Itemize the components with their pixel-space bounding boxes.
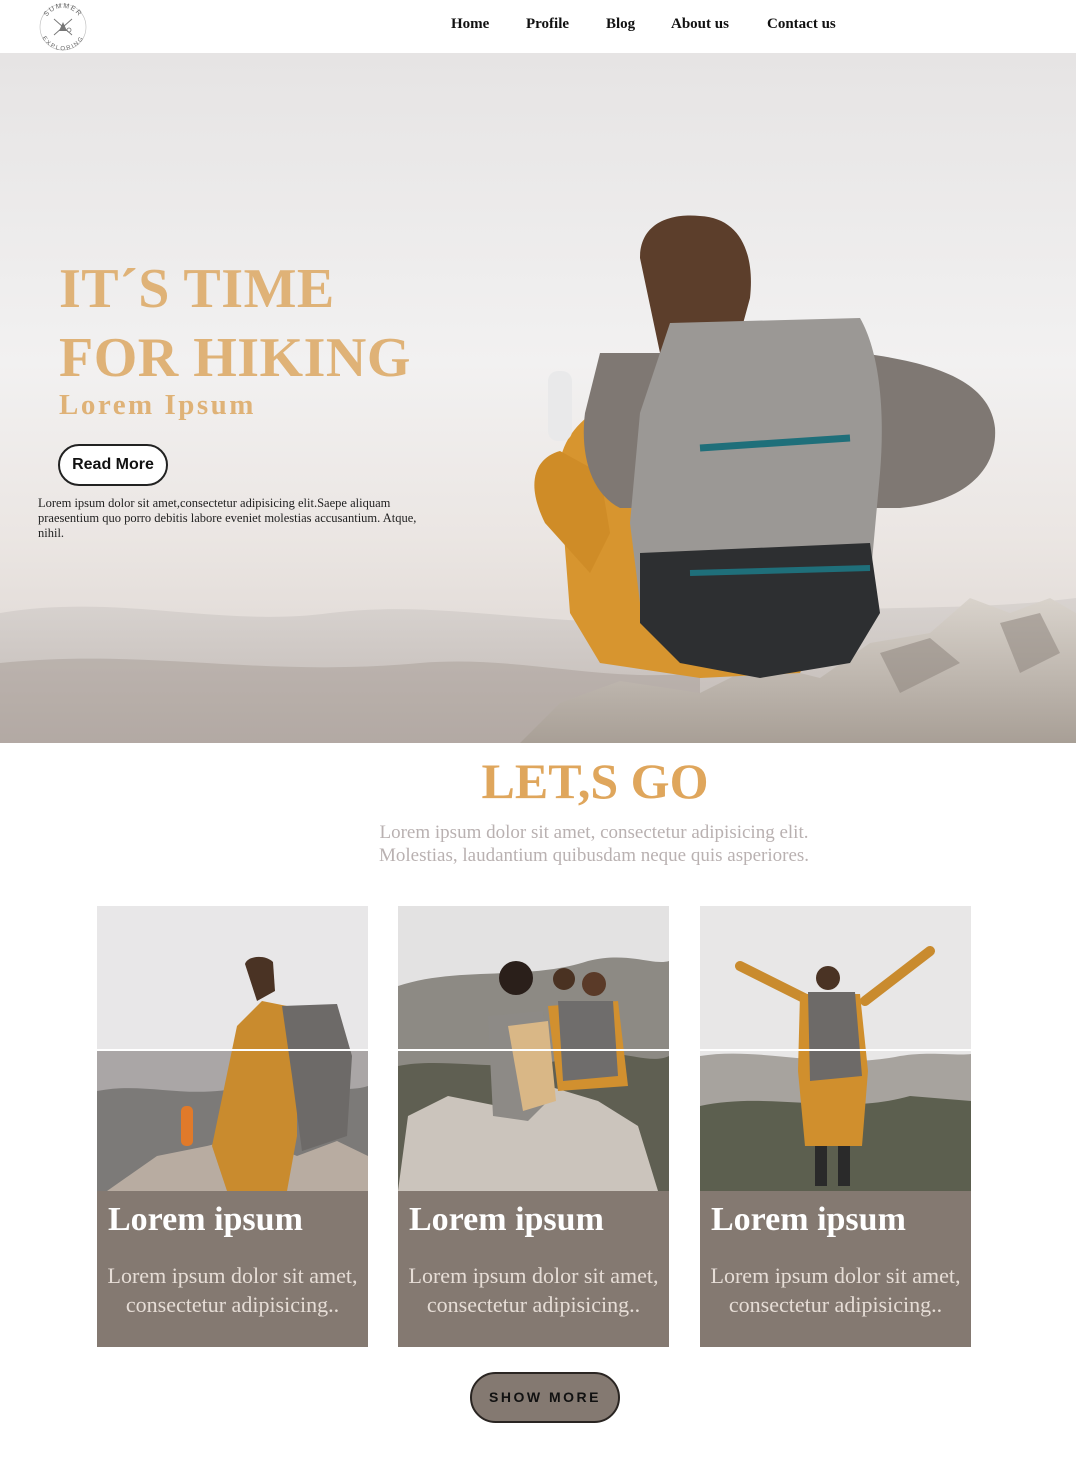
card-1-text: Lorem ipsum dolor sit amet, consectetur … [107,1263,358,1317]
card-3-text: Lorem ipsum dolor sit amet, consectetur … [710,1263,961,1317]
nav-profile[interactable]: Profile [526,16,569,33]
section-title: LET,S GO [481,753,709,809]
card-2[interactable]: Lorem ipsum Lorem ipsum dolor sit amet, … [398,906,669,1347]
show-more-button[interactable]: SHOW MORE [470,1372,620,1423]
nav-about-us[interactable]: About us [671,16,729,33]
section-paragraph: Lorem ipsum dolor sit amet, consectetur … [378,822,810,866]
read-more-button[interactable]: Read More [58,444,168,486]
hero-paragraph: Lorem ipsum dolor sit amet,consectetur a… [38,496,417,540]
card-2-image [398,906,669,1191]
nav-contact-us[interactable]: Contact us [767,16,836,33]
card-3[interactable]: Lorem ipsum Lorem ipsum dolor sit amet, … [700,906,971,1347]
card-2-title: Lorem ipsum [409,1201,604,1238]
hero-section: IT´S TIME FOR HIKING Lorem Ipsum Read Mo… [0,53,1076,743]
card-1[interactable]: Lorem ipsum Lorem ipsum dolor sit amet, … [97,906,368,1347]
nav-blog[interactable]: Blog [606,16,635,33]
nav-home[interactable]: Home [451,16,489,33]
hero-heading-line2: FOR HIKING [59,327,411,389]
hero-heading-line1: IT´S TIME [59,258,335,320]
hero-subtitle: Lorem Ipsum [59,389,256,421]
card-1-title: Lorem ipsum [108,1201,303,1238]
card-3-image [700,906,971,1191]
card-3-title: Lorem ipsum [711,1201,906,1238]
hero-heading: IT´S TIME FOR HIKING [59,255,411,393]
site-header: SUMMER EXPLORING Home Profile Blog About… [0,0,1076,53]
main-nav: Home Profile Blog About us Contact us [0,16,1076,38]
card-2-text: Lorem ipsum dolor sit amet, consectetur … [408,1263,659,1317]
card-1-image [97,906,368,1191]
